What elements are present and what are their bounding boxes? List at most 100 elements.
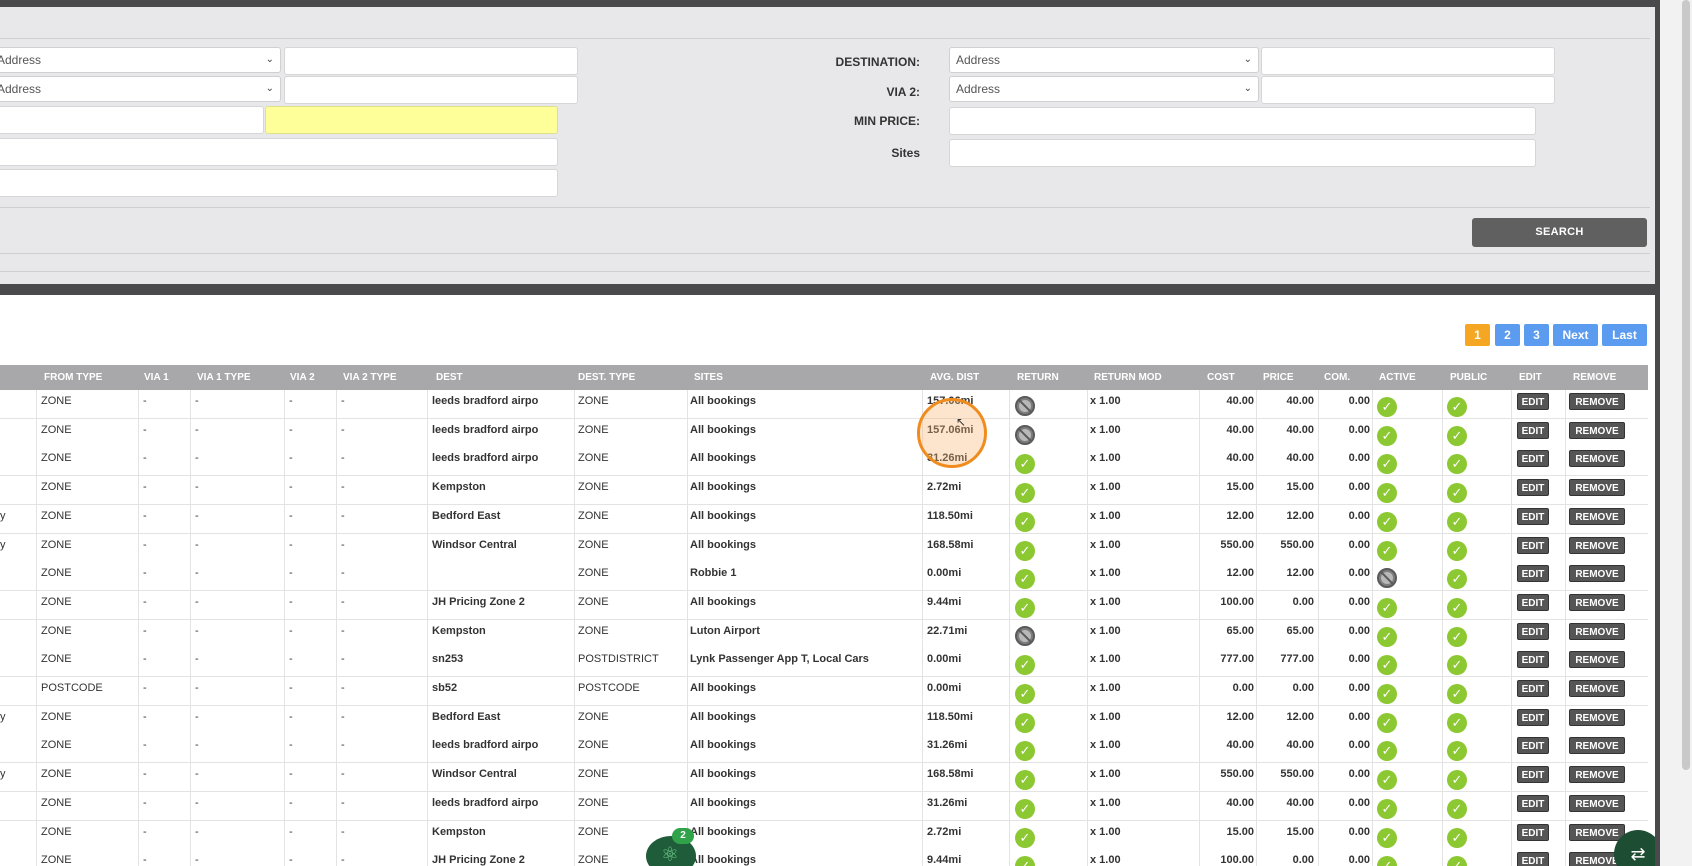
remove-button[interactable]: REMOVE [1569,479,1625,497]
public-check-icon[interactable]: ✓ [1447,454,1467,475]
remove-button[interactable]: REMOVE [1569,421,1625,439]
public-check-icon[interactable]: ✓ [1447,856,1467,866]
public-check-icon[interactable]: ✓ [1447,483,1467,504]
edit-button[interactable]: EDIT [1517,536,1549,554]
edit-button[interactable]: EDIT [1517,794,1549,812]
via2-type-select[interactable]: Address ⌄ [949,76,1259,102]
edit-button[interactable]: EDIT [1517,852,1549,866]
highlighted-input[interactable] [265,106,558,134]
active-check-icon[interactable]: ✓ [1377,712,1397,733]
page-1-button[interactable]: 1 [1465,324,1490,346]
edit-button[interactable]: EDIT [1517,708,1549,726]
remove-button[interactable]: REMOVE [1569,823,1625,841]
return-check-icon[interactable]: ✓ [1015,655,1035,676]
active-check-icon[interactable]: ✓ [1377,397,1397,417]
via2-address-input[interactable] [1261,76,1555,104]
remove-button[interactable]: REMOVE [1569,680,1625,697]
return-check-icon[interactable]: ✓ [1015,684,1035,704]
public-check-icon[interactable]: ✓ [1447,827,1467,848]
column-header[interactable]: AVG. DIST [930,365,979,390]
return-check-icon[interactable]: ✓ [1015,569,1035,590]
page-3-button[interactable]: 3 [1524,324,1549,346]
edit-button[interactable]: EDIT [1517,680,1549,697]
remove-button[interactable]: REMOVE [1569,565,1625,583]
return-disabled-icon[interactable] [1015,625,1035,646]
last-page-button[interactable]: Last [1602,324,1647,346]
column-header[interactable]: VIA 1 [144,365,169,390]
remove-button[interactable]: REMOVE [1569,593,1625,611]
active-check-icon[interactable]: ✓ [1377,597,1397,618]
column-header[interactable]: PRICE [1263,365,1294,390]
return-check-icon[interactable]: ✓ [1015,540,1035,561]
public-check-icon[interactable]: ✓ [1447,425,1467,446]
public-check-icon[interactable]: ✓ [1447,626,1467,647]
column-header[interactable]: COST [1207,365,1235,390]
edit-button[interactable]: EDIT [1517,737,1549,755]
remove-button[interactable]: REMOVE [1569,651,1625,669]
active-check-icon[interactable]: ✓ [1377,425,1397,446]
remove-button[interactable]: REMOVE [1569,766,1625,784]
destination-type-select[interactable]: Address ⌄ [949,47,1259,73]
return-check-icon[interactable]: ✓ [1015,827,1035,848]
active-check-icon[interactable]: ✓ [1377,741,1397,762]
active-check-icon[interactable]: ✓ [1377,483,1397,504]
active-check-icon[interactable]: ✓ [1377,511,1397,532]
return-check-icon[interactable]: ✓ [1015,856,1035,866]
column-header[interactable]: ACTIVE [1379,365,1416,390]
public-check-icon[interactable]: ✓ [1447,511,1467,532]
min-price-input[interactable] [949,107,1536,135]
return-check-icon[interactable]: ✓ [1015,741,1035,762]
column-header[interactable]: EDIT [1519,365,1542,390]
column-header[interactable]: VIA 2 [290,365,315,390]
edit-button[interactable]: EDIT [1517,393,1549,410]
edit-button[interactable]: EDIT [1517,593,1549,611]
remove-button[interactable]: REMOVE [1569,393,1625,410]
active-check-icon[interactable]: ✓ [1377,454,1397,475]
column-header[interactable]: REMOVE [1573,365,1616,390]
via1-type-select[interactable]: Address ⌄ [0,76,281,102]
edit-button[interactable]: EDIT [1517,823,1549,841]
return-check-icon[interactable]: ✓ [1015,454,1035,475]
return-check-icon[interactable]: ✓ [1015,483,1035,504]
min-date-input[interactable] [0,106,264,134]
next-page-button[interactable]: Next [1553,324,1598,346]
public-check-icon[interactable]: ✓ [1447,397,1467,417]
edit-button[interactable]: EDIT [1517,450,1549,468]
page-2-button[interactable]: 2 [1495,324,1520,346]
remove-button[interactable]: REMOVE [1569,622,1625,640]
remove-button[interactable]: REMOVE [1569,794,1625,812]
active-check-icon[interactable]: ✓ [1377,798,1397,819]
column-header[interactable]: PUBLIC [1450,365,1487,390]
return-check-icon[interactable]: ✓ [1015,511,1035,532]
edit-button[interactable]: EDIT [1517,421,1549,439]
active-check-icon[interactable]: ✓ [1377,770,1397,791]
column-header[interactable]: RETURN [1017,365,1059,390]
remove-button[interactable]: REMOVE [1569,536,1625,554]
edit-button[interactable]: EDIT [1517,651,1549,669]
active-disabled-icon[interactable] [1377,568,1397,589]
scrollbar-thumb[interactable] [1682,0,1690,770]
edit-button[interactable]: EDIT [1517,622,1549,640]
column-header[interactable]: VIA 1 TYPE [197,365,251,390]
remove-button[interactable]: REMOVE [1569,708,1625,726]
return-disabled-icon[interactable] [1015,424,1035,445]
public-check-icon[interactable]: ✓ [1447,655,1467,676]
public-check-icon[interactable]: ✓ [1447,741,1467,762]
column-header[interactable]: SITES [694,365,723,390]
text-input-row4[interactable] [0,138,558,166]
from-type-select[interactable]: Address ⌄ [0,47,281,73]
return-check-icon[interactable]: ✓ [1015,770,1035,791]
active-check-icon[interactable]: ✓ [1377,827,1397,848]
public-check-icon[interactable]: ✓ [1447,569,1467,590]
edit-button[interactable]: EDIT [1517,479,1549,497]
active-check-icon[interactable]: ✓ [1377,655,1397,676]
column-header[interactable]: COM. [1324,365,1350,390]
column-header[interactable]: DEST. TYPE [578,365,635,390]
remove-button[interactable]: REMOVE [1569,507,1625,525]
edit-button[interactable]: EDIT [1517,507,1549,525]
sites-input[interactable] [949,139,1536,167]
column-header[interactable]: RETURN MOD [1094,365,1162,390]
return-check-icon[interactable]: ✓ [1015,798,1035,819]
active-check-icon[interactable]: ✓ [1377,626,1397,647]
from-address-input[interactable] [284,47,578,75]
